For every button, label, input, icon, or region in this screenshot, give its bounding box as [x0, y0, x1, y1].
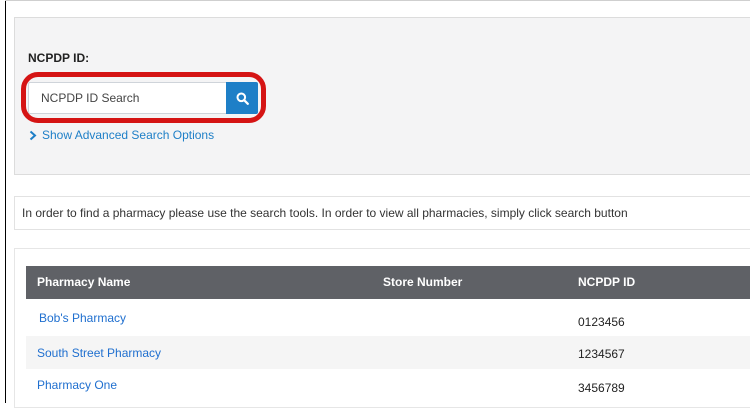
- table-row: South Street Pharmacy 1234567: [26, 336, 750, 369]
- search-panel: NCPDP ID: Show Advanced Search Options: [14, 17, 750, 175]
- ncpdp-id-label: NCPDP ID:: [28, 51, 90, 65]
- advanced-search-label: Show Advanced Search Options: [42, 128, 215, 142]
- column-header-store-number[interactable]: Store Number: [383, 266, 462, 299]
- pharmacy-name-link[interactable]: South Street Pharmacy: [37, 346, 161, 360]
- table-row: Pharmacy One 3456789: [26, 370, 750, 403]
- table-header: Pharmacy Name Store Number NCPDP ID: [26, 266, 750, 299]
- ncpdp-id-cell: 1234567: [578, 347, 625, 361]
- ncpdp-id-cell: 3456789: [578, 381, 625, 395]
- table-row: Bob's Pharmacy 0123456: [26, 301, 750, 334]
- ncpdp-id-cell: 0123456: [578, 315, 625, 329]
- info-message: In order to find a pharmacy please use t…: [22, 206, 628, 220]
- pharmacy-name-link[interactable]: Pharmacy One: [37, 378, 117, 392]
- ncpdp-search-group: [28, 82, 258, 114]
- search-button[interactable]: [226, 82, 258, 114]
- search-icon: [236, 92, 249, 105]
- chevron-right-icon: [29, 130, 37, 141]
- page-top-border: [5, 0, 750, 1]
- column-header-ncpdp-id[interactable]: NCPDP ID: [578, 266, 635, 299]
- column-header-pharmacy-name[interactable]: Pharmacy Name: [37, 266, 130, 299]
- show-advanced-search-link[interactable]: Show Advanced Search Options: [29, 128, 214, 142]
- ncpdp-id-search-input[interactable]: [28, 82, 226, 114]
- info-message-bar: In order to find a pharmacy please use t…: [14, 196, 750, 230]
- pharmacy-name-link[interactable]: Bob's Pharmacy: [39, 311, 126, 325]
- page-left-border: [5, 0, 6, 403]
